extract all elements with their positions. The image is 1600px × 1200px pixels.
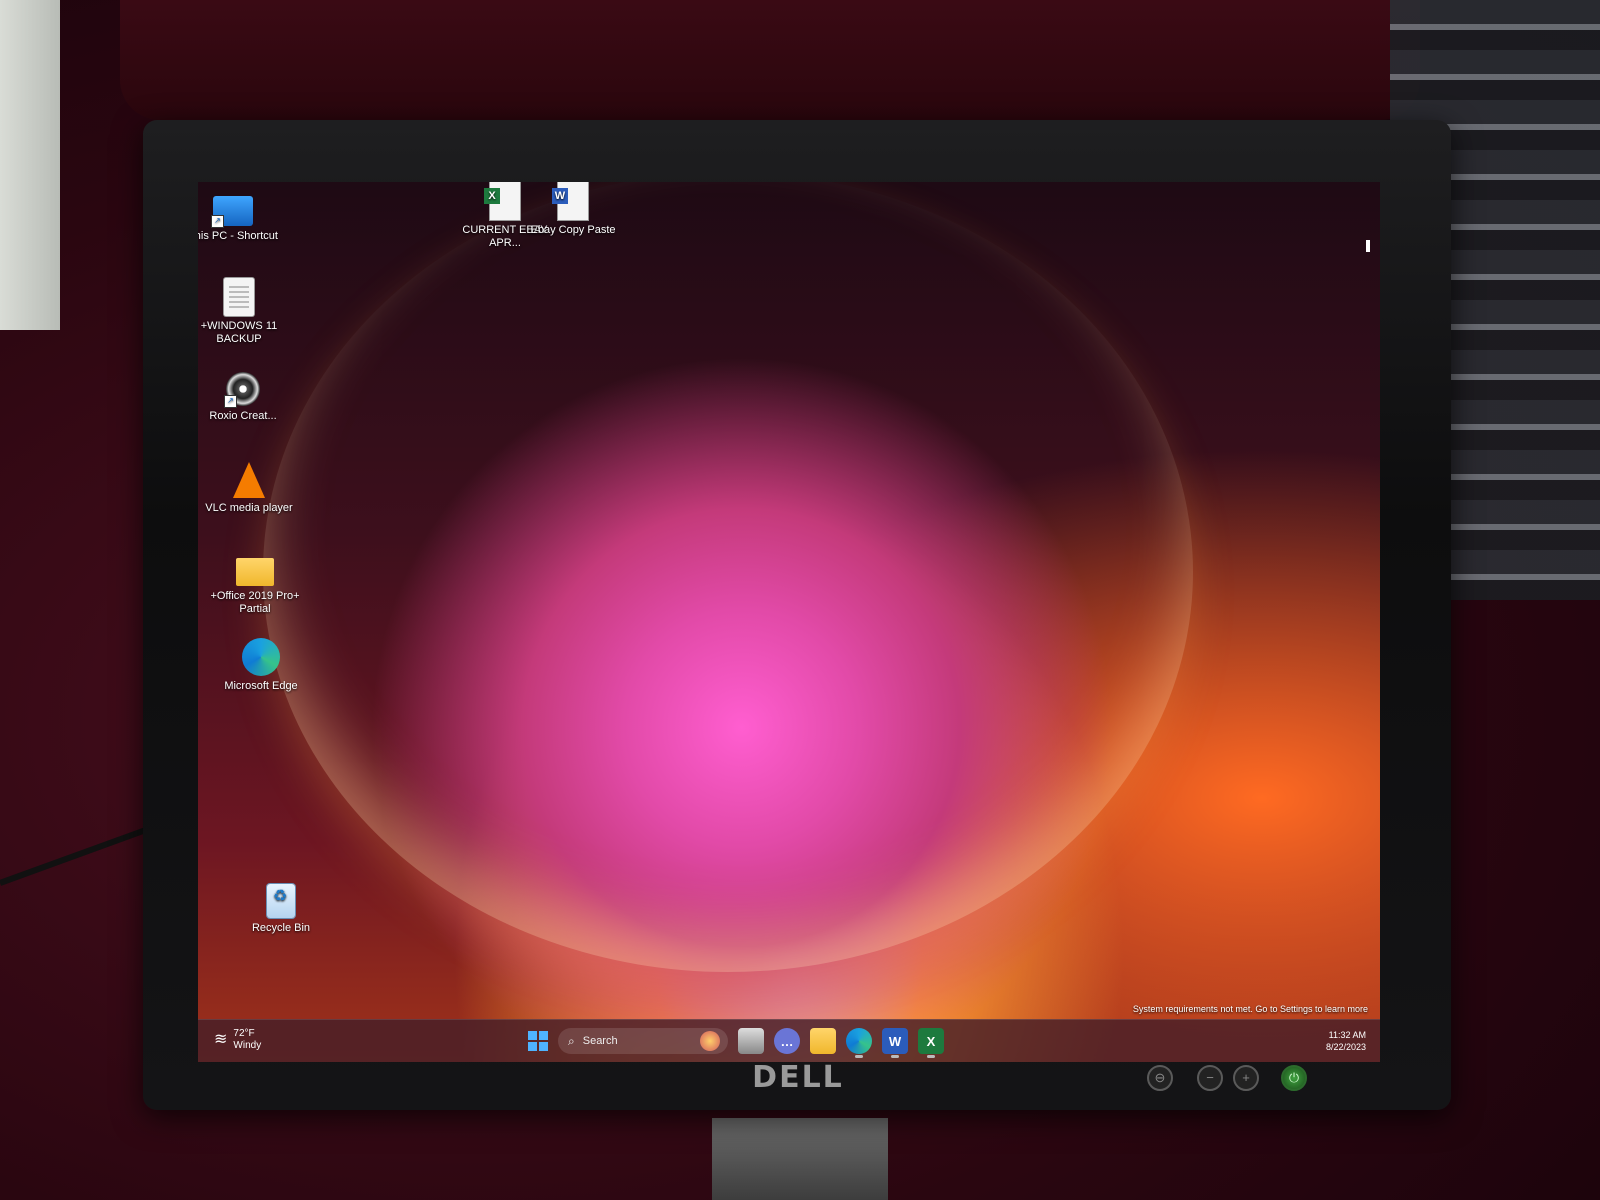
system-clock[interactable]: 11:32 AM 8/22/2023 [1326,1029,1366,1053]
start-button[interactable] [528,1031,548,1051]
windows-logo-icon [528,1031,537,1040]
weather-widget[interactable]: ≋ 72°F Windy [214,1028,261,1052]
word-file-icon [552,182,588,220]
desktop-icon-label: +WINDOWS 11 BACKUP [200,320,278,345]
desktop-icon-label: Microsoft Edge [224,680,298,692]
monitor-stand [712,1118,888,1200]
monitor-input-button[interactable]: ⊖ [1147,1065,1173,1091]
dell-logo: DELL [752,1060,844,1095]
desktop-icon-vlc[interactable]: VLC media player [204,462,294,515]
shortcut-arrow-icon: ↗ [224,395,237,408]
recycle-bin-icon [267,884,295,918]
taskbar-search[interactable]: ⌕ Search [558,1028,728,1054]
desktop-icon-label: VLC media player [205,502,293,514]
monitor-adjust-button[interactable]: + [1233,1065,1259,1091]
taskbar: ≋ 72°F Windy ⌕ Search … W X 11:32 AM 8/2… [198,1019,1380,1062]
background-drape [120,0,1420,120]
chat-icon[interactable]: … [774,1028,800,1054]
desktop-icon-label: Ebay Copy Paste [530,224,616,236]
document-icon [224,278,254,316]
clock-time: 11:32 AM [1328,1030,1366,1040]
activation-watermark: System requirements not met. Go to Setti… [1132,1004,1368,1014]
clock-date: 8/22/2023 [1325,1042,1366,1052]
desktop-icon-roxio[interactable]: ↗ Roxio Creat... [198,372,288,423]
excel-file-icon [484,182,520,220]
search-highlight-icon [700,1031,720,1051]
folder-icon [236,558,274,586]
search-icon: ⌕ [568,1033,575,1048]
weather-temp: 72°F [233,1028,255,1039]
desktop-icon-label: Roxio Creat... [209,410,277,422]
monitor: ↗ This PC - Shortcut +WINDOWS 11 BACKUP … [143,120,1451,1110]
desktop-icon-label: Recycle Bin [251,922,311,934]
edge-icon [242,638,280,676]
disc-icon: ↗ [224,372,260,408]
mouse-cursor [1366,240,1370,252]
monitor-power-button[interactable]: ⏻ [1281,1065,1307,1091]
vlc-cone-icon [233,462,265,498]
desktop-icon-label: This PC - Shortcut [198,230,278,242]
desktop-icon-edge[interactable]: Microsoft Edge [216,638,306,693]
monitor-menu-button[interactable]: − [1197,1065,1223,1091]
desktop-icon-ebay-copy-paste[interactable]: Ebay Copy Paste [528,182,618,237]
background-wall [0,0,60,330]
shortcut-arrow-icon: ↗ [211,215,224,228]
desktop-icon-windows-backup[interactable]: +WINDOWS 11 BACKUP [198,278,284,346]
edge-taskbar-icon[interactable] [846,1028,872,1058]
weather-condition: Windy [233,1040,262,1051]
desktop-screen: ↗ This PC - Shortcut +WINDOWS 11 BACKUP … [198,182,1380,1062]
desktop-icon-office-folder[interactable]: +Office 2019 Pro+ Partial [210,550,300,616]
task-view-icon[interactable] [738,1028,764,1054]
computer-icon: ↗ [211,196,253,228]
desktop-icon-label: +Office 2019 Pro+ Partial [210,590,300,615]
wind-icon: ≋ [214,1031,228,1048]
file-explorer-icon[interactable] [810,1028,836,1054]
desktop-icon-this-pc[interactable]: ↗ This PC - Shortcut [198,190,278,243]
search-label: Search [582,1035,618,1047]
excel-taskbar-icon[interactable]: X [918,1028,944,1058]
wallpaper-ring [263,182,1193,972]
desktop-icon-recycle-bin[interactable]: Recycle Bin [236,884,326,935]
taskbar-apps: ⌕ Search … W X [528,1025,944,1058]
word-taskbar-icon[interactable]: W [882,1028,908,1058]
